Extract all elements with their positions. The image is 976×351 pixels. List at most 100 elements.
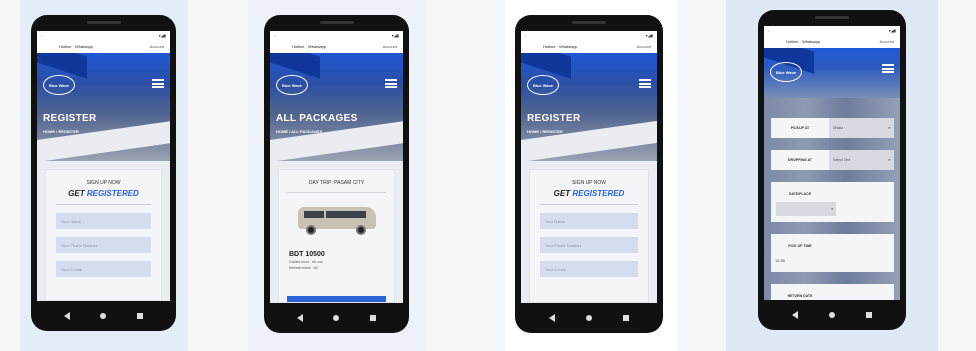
android-navbar — [758, 300, 906, 330]
package-button[interactable] — [287, 296, 386, 302]
hero-divider — [270, 121, 403, 161]
hero-banner: Blue Wave ALL PACKAGES HOME / ALL PACKAG… — [270, 53, 403, 161]
hotline-link[interactable]: Hotline · Whatsapp — [786, 39, 820, 44]
get-label: GET — [553, 189, 571, 198]
date-label: DATE/PLACE — [788, 192, 812, 196]
home-icon[interactable] — [333, 315, 340, 321]
account-link[interactable]: Account — [150, 44, 164, 49]
recent-apps-icon[interactable] — [369, 315, 376, 321]
package-feature: Refreshments · AC — [289, 266, 319, 270]
pickup-select[interactable]: Dhaka ▾ — [829, 118, 894, 138]
phone-speaker — [815, 16, 849, 19]
page-title: REGISTER — [43, 113, 97, 124]
recent-apps-icon[interactable] — [136, 313, 143, 319]
email-field[interactable]: Your E-mail — [540, 261, 638, 277]
phone-speaker — [86, 21, 121, 24]
van-window — [325, 211, 366, 218]
menu-icon[interactable] — [639, 79, 651, 88]
phone-field[interactable]: Your Phone Number — [540, 237, 638, 253]
get-registered-heading: GET REGISTERED — [46, 189, 161, 198]
account-link[interactable]: Account — [383, 44, 397, 49]
back-icon[interactable] — [791, 311, 798, 319]
top-bar: Hotline · Whatsapp Account — [764, 34, 900, 48]
signup-heading: SIGN UP NOW — [86, 180, 121, 186]
email-field[interactable]: Your E-mail — [56, 261, 151, 277]
hero-banner: Blue Wave REGISTER HOME / REGISTER — [37, 53, 170, 161]
status-bar: ◦ ▾◢▮ — [521, 31, 657, 39]
home-icon[interactable] — [585, 315, 592, 321]
breadcrumb[interactable]: HOME / REGISTER — [43, 129, 79, 134]
hero-divider — [521, 120, 657, 161]
android-navbar — [264, 303, 409, 333]
date-select[interactable]: ▾ — [776, 202, 836, 216]
package-card[interactable]: DAY TRIP: PASAM CITY BDT 10500 Guided to… — [278, 169, 395, 303]
account-link[interactable]: Account — [637, 44, 651, 49]
phone-screen: ◦ ▾◢▮ Hotline · Whatsapp Account Blue Wav… — [764, 26, 900, 300]
menu-icon[interactable] — [385, 79, 397, 88]
logo[interactable]: Blue Wave — [770, 62, 802, 82]
logo[interactable]: Blue Wave — [527, 75, 559, 95]
return-row: RETURN DATE — [771, 284, 894, 300]
package-feature: Guided tours · Air-con — [289, 260, 324, 264]
status-bar: ◦ ▾◢▮ — [37, 31, 170, 39]
signup-heading: SIGN UP NOW — [571, 180, 607, 186]
time-value[interactable]: 12:30 — [775, 258, 894, 263]
package-image-van[interactable] — [296, 203, 378, 237]
android-navbar — [515, 303, 663, 333]
back-icon[interactable] — [548, 314, 555, 322]
phone-screen: ◦ ▾◢▮ Hotline · Whatsapp Account Blue Wav… — [37, 31, 170, 301]
registered-label: REGISTERED — [86, 189, 139, 198]
top-bar: Hotline · Whatsapp Account — [270, 39, 403, 53]
content-area: SIGN UP NOW GET REGISTERED Your Name You… — [37, 161, 170, 301]
account-link[interactable]: Account — [880, 39, 894, 44]
phone-speaker — [572, 21, 606, 24]
content-area: SIGN UP NOW GET REGISTERED Your Name You… — [521, 161, 657, 303]
package-price: BDT 10500 — [289, 251, 325, 258]
phone-register: ◦ ▾◢▮ Hotline · Whatsapp Account Blue Wav… — [31, 15, 176, 331]
pickup-value: Dhaka — [833, 126, 844, 130]
hero-banner: Blue Wave — [764, 48, 900, 98]
divider — [56, 204, 151, 205]
back-icon[interactable] — [64, 312, 71, 320]
hotline-link[interactable]: Hotline · Whatsapp — [292, 44, 326, 49]
van-wheel — [305, 225, 316, 235]
phone-field[interactable]: Your Phone Number — [56, 237, 151, 253]
signup-card: SIGN UP NOW GET REGISTERED Your Name You… — [45, 169, 162, 301]
name-field[interactable]: Your Name — [56, 213, 151, 229]
page-title: ALL PACKAGES — [276, 113, 358, 124]
content-area: DAY TRIP: PASAM CITY BDT 10500 Guided to… — [270, 161, 403, 303]
dropping-label: DROPPING AT — [788, 158, 812, 162]
top-bar: Hotline · Whatsapp Account — [521, 39, 657, 53]
phone-screen: ◦ ▾◢▮ Hotline · Whatsapp Account Blue Wav… — [270, 31, 403, 303]
van-window — [303, 211, 324, 218]
breadcrumb[interactable]: HOME / REGISTER — [527, 129, 563, 134]
package-title[interactable]: DAY TRIP: PASAM CITY — [279, 180, 394, 186]
top-bar: Hotline · Whatsapp Account — [37, 39, 170, 53]
menu-icon[interactable] — [882, 64, 894, 73]
phone-speaker — [319, 21, 354, 24]
hotline-link[interactable]: Hotline · Whatsapp — [543, 44, 577, 49]
recent-apps-icon[interactable] — [866, 312, 873, 318]
date-row: DATE/PLACE ▾ — [771, 182, 894, 222]
dropping-select[interactable]: Select One ▾ — [829, 150, 894, 170]
divider — [540, 204, 638, 205]
status-bar: ◦ ▾◢▮ — [764, 26, 900, 34]
signup-card: SIGN UP NOW GET REGISTERED Your Name You… — [529, 169, 649, 303]
time-label: PICK UP TIME — [788, 244, 812, 248]
menu-icon[interactable] — [152, 79, 164, 88]
divider — [287, 192, 386, 193]
phone-screen: ◦ ▾◢▮ Hotline · Whatsapp Account Blue Wav… — [521, 31, 657, 303]
home-icon[interactable] — [100, 313, 107, 319]
android-navbar — [31, 301, 176, 331]
get-label: GET — [68, 189, 85, 198]
status-bar: ◦ ▾◢▮ — [270, 31, 403, 39]
registered-label: REGISTERED — [572, 189, 625, 198]
chevron-down-icon: ▾ — [888, 158, 890, 162]
logo[interactable]: Blue Wave — [276, 75, 308, 95]
logo[interactable]: Blue Wave — [43, 75, 75, 95]
name-field[interactable]: Your Name — [540, 213, 638, 229]
back-icon[interactable] — [297, 314, 304, 322]
recent-apps-icon[interactable] — [623, 315, 630, 321]
hotline-link[interactable]: Hotline · Whatsapp — [59, 44, 93, 49]
home-icon[interactable] — [828, 312, 835, 318]
